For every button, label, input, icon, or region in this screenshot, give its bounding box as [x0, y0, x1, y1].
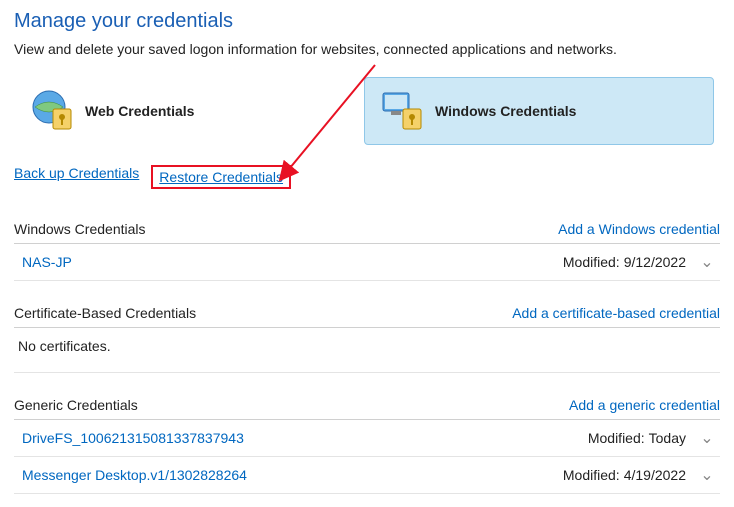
credential-name: NAS-JP: [22, 254, 563, 270]
monitor-lock-icon: [379, 87, 425, 136]
chevron-down-icon[interactable]: ⌄: [698, 465, 716, 485]
modified-label: Modified:: [588, 430, 645, 446]
credential-row[interactable]: NAS-JP Modified: 9/12/2022 ⌄: [14, 244, 720, 281]
tab-windows-label: Windows Credentials: [435, 103, 576, 119]
section-windows-title: Windows Credentials: [14, 221, 146, 237]
chevron-down-icon[interactable]: ⌄: [698, 252, 716, 272]
modified-label: Modified:: [563, 254, 620, 270]
tab-windows-credentials[interactable]: Windows Credentials: [364, 77, 714, 145]
credential-tabs: Web Credentials Windows Credentials: [14, 77, 720, 145]
chevron-down-icon[interactable]: ⌄: [698, 428, 716, 448]
page-title: Manage your credentials: [14, 10, 720, 33]
section-cert-title: Certificate-Based Credentials: [14, 305, 196, 321]
credential-name: DriveFS_100621315081337837943: [22, 430, 588, 446]
add-generic-credential-link[interactable]: Add a generic credential: [569, 397, 720, 413]
section-generic-head: Generic Credentials Add a generic creden…: [14, 391, 720, 420]
credential-name: Messenger Desktop.v1/1302828264: [22, 467, 563, 483]
section-cert-head: Certificate-Based Credentials Add a cert…: [14, 299, 720, 328]
tab-web-credentials[interactable]: Web Credentials: [14, 77, 364, 145]
globe-lock-icon: [29, 87, 75, 136]
add-cert-credential-link[interactable]: Add a certificate-based credential: [512, 305, 720, 321]
page-subtitle: View and delete your saved logon informa…: [14, 41, 720, 57]
cert-empty-message: No certificates.: [14, 328, 720, 373]
modified-value: 9/12/2022: [624, 254, 686, 270]
modified-label: Modified:: [563, 467, 620, 483]
section-windows-head: Windows Credentials Add a Windows creden…: [14, 215, 720, 244]
credential-row[interactable]: Messenger Desktop.v1/1302828264 Modified…: [14, 457, 720, 494]
add-windows-credential-link[interactable]: Add a Windows credential: [558, 221, 720, 237]
backup-restore-links: Back up Credentials Restore Credentials: [14, 165, 720, 189]
modified-value: 4/19/2022: [624, 467, 686, 483]
restore-highlight: Restore Credentials: [151, 165, 291, 189]
tab-web-label: Web Credentials: [85, 103, 194, 119]
backup-credentials-link[interactable]: Back up Credentials: [14, 165, 139, 189]
credential-row[interactable]: DriveFS_100621315081337837943 Modified: …: [14, 420, 720, 457]
restore-credentials-link[interactable]: Restore Credentials: [159, 169, 283, 185]
section-generic-title: Generic Credentials: [14, 397, 138, 413]
modified-value: Today: [649, 430, 686, 446]
